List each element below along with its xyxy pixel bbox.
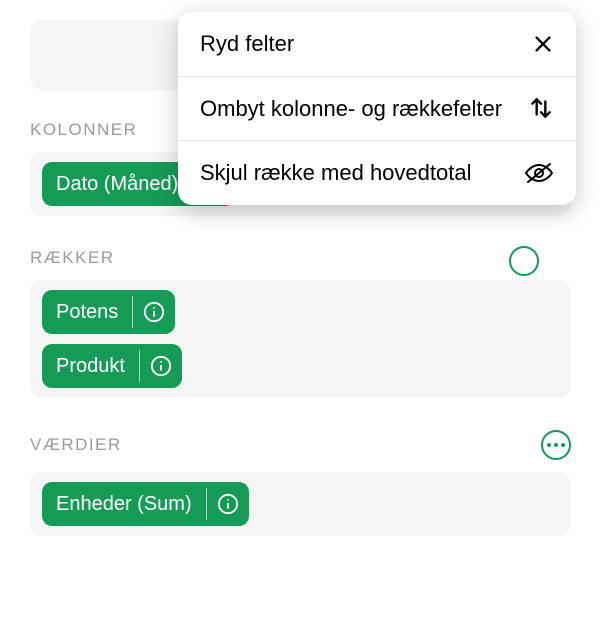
swap-icon [528, 95, 554, 121]
values-label: VÆRDIER [30, 435, 122, 455]
info-icon[interactable] [207, 482, 249, 526]
value-pill-enheder[interactable]: Enheder (Sum) [42, 482, 249, 526]
pill-label: Potens [42, 290, 132, 334]
more-icon[interactable] [541, 430, 571, 460]
field-options-popup: Ryd felter Ombyt kolonne- og rækkefelter… [178, 12, 576, 205]
eye-slash-icon [524, 161, 554, 185]
close-icon [532, 33, 554, 55]
row-pill-produkt[interactable]: Produkt [42, 344, 182, 388]
more-icon[interactable] [509, 246, 539, 276]
pill-label: Enheder (Sum) [42, 482, 206, 526]
row-pill-potens[interactable]: Potens [42, 290, 175, 334]
hide-grandtotal-label: Skjul række med hovedtotal [200, 159, 471, 187]
info-icon[interactable] [133, 290, 175, 334]
swap-fields-item[interactable]: Ombyt kolonne- og rækkefelter [178, 77, 576, 141]
columns-label: KOLONNER [30, 120, 137, 140]
pill-label: Produkt [42, 344, 139, 388]
rows-section-header: RÆKKER [30, 248, 571, 268]
rows-label: RÆKKER [30, 248, 115, 268]
swap-fields-label: Ombyt kolonne- og rækkefelter [200, 95, 502, 123]
hide-grandtotal-item[interactable]: Skjul række med hovedtotal [178, 141, 576, 205]
values-section-header: VÆRDIER [30, 430, 571, 460]
clear-fields-item[interactable]: Ryd felter [178, 12, 576, 76]
values-card: Enheder (Sum) [30, 472, 571, 536]
rows-card: Potens Produkt [30, 280, 571, 398]
clear-fields-label: Ryd felter [200, 30, 294, 58]
pill-label: Dato (Måned) [42, 162, 192, 206]
info-icon[interactable] [140, 344, 182, 388]
